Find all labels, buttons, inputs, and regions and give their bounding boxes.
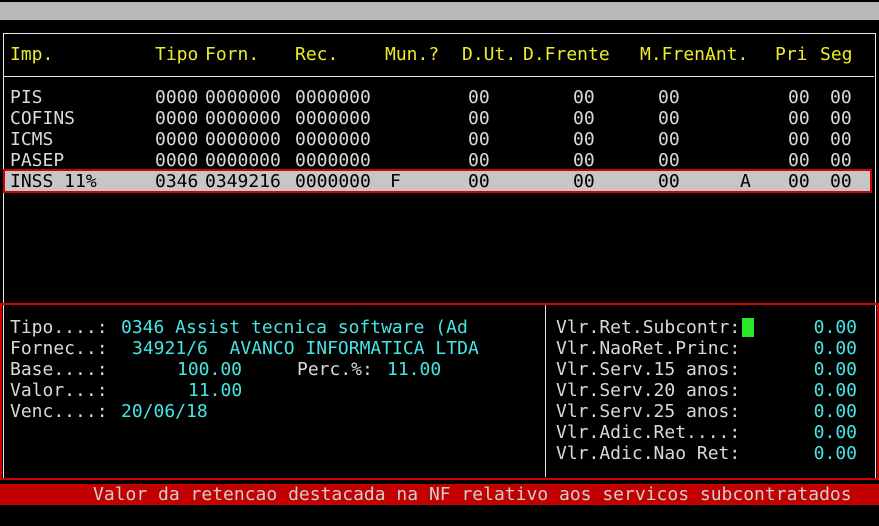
cell: 00 [468, 171, 490, 192]
value-field-row: Vlr.Adic.Nao Ret: 0.00 [0, 443, 879, 464]
cell: A [740, 171, 751, 192]
cell: 0346 [155, 171, 198, 192]
table-row[interactable]: COFINS0000000000000000000000000000 [0, 108, 879, 129]
cell: 0000 [155, 129, 198, 150]
value-field-row: Vlr.NaoRet.Princ: 0.00 [0, 338, 879, 359]
status-message: Valor da retencao destacada na NF relati… [93, 484, 852, 505]
cell: 00 [788, 108, 810, 129]
column-header-imp: Imp. [10, 44, 53, 65]
column-header-rec: Rec. [295, 44, 338, 65]
cell: 00 [468, 108, 490, 129]
header-separator [4, 76, 874, 77]
cell: 0000000 [205, 150, 281, 171]
field-value: 0.00 [814, 401, 857, 422]
value-field-row: Vlr.Serv.15 anos: 0.00 [0, 359, 879, 380]
status-bar: Valor da retencao destacada na NF relati… [0, 484, 879, 505]
cell: 00 [788, 150, 810, 171]
field-value: 0.00 [814, 359, 857, 380]
cell: 0000000 [295, 150, 371, 171]
value-field-row: Vlr.Serv.20 anos: 0.00 [0, 380, 879, 401]
cell: 0000000 [295, 108, 371, 129]
column-header-pri: Pri [775, 44, 808, 65]
column-header-forn: Forn. [205, 44, 259, 65]
table-row-selected[interactable]: INSS 11% 0346 0349216 0000000 F 00 00 00 A 00 00 [0, 171, 879, 192]
cell: 0000000 [295, 171, 371, 192]
cell: 00 [830, 171, 852, 192]
cell: 00 [658, 87, 680, 108]
cell: PIS [10, 87, 43, 108]
cell: 0000000 [295, 129, 371, 150]
field-label: Vlr.Serv.25 anos: [556, 401, 740, 422]
field-value[interactable]: 0.00 [814, 317, 857, 338]
cell: 0000000 [205, 129, 281, 150]
cell: 00 [658, 129, 680, 150]
cell: 0000000 [205, 108, 281, 129]
field-label: Vlr.Adic.Nao Ret: [556, 443, 740, 464]
column-header-tipo: Tipo [155, 44, 198, 65]
column-header-seg: Seg [820, 44, 853, 65]
cell: 00 [468, 129, 490, 150]
cell: ICMS [10, 129, 53, 150]
cell: F [390, 171, 401, 192]
cell: 00 [658, 150, 680, 171]
field-label: Vlr.Serv.20 anos: [556, 380, 740, 401]
cell: 0000 [155, 87, 198, 108]
table-row[interactable]: PIS0000000000000000000000000000 [0, 87, 879, 108]
field-label: Vlr.Serv.15 anos: [556, 359, 740, 380]
cell: 00 [468, 150, 490, 171]
cell: 00 [830, 129, 852, 150]
cell: 00 [830, 150, 852, 171]
input-cursor[interactable] [742, 318, 754, 337]
cell: 00 [468, 87, 490, 108]
cell: 00 [830, 108, 852, 129]
title-bar [0, 2, 879, 20]
cell: 00 [573, 171, 595, 192]
cell: 00 [573, 129, 595, 150]
value-field-row: Vlr.Adic.Ret....: 0.00 [0, 422, 879, 443]
cell: 00 [788, 129, 810, 150]
cell: 0000 [155, 150, 198, 171]
cell: 00 [658, 108, 680, 129]
cell: PASEP [10, 150, 64, 171]
terminal-screen: Imp.TipoForn.Rec.Mun.?D.Ut.D.FrenteM.Fre… [0, 0, 879, 526]
cell: 0000000 [295, 87, 371, 108]
cell: 00 [658, 171, 680, 192]
field-label: Vlr.Adic.Ret....: [556, 422, 740, 443]
field-value: 0.00 [814, 443, 857, 464]
cell: 0000000 [205, 87, 281, 108]
cell: 0349216 [205, 171, 281, 192]
field-label: Vlr.Ret.Subcontr: [556, 317, 740, 338]
value-field-row: Vlr.Serv.25 anos: 0.00 [0, 401, 879, 422]
field-value: 0.00 [814, 380, 857, 401]
column-header-mun: Mun.? [385, 44, 439, 65]
cell: 0000 [155, 108, 198, 129]
cell: 00 [573, 108, 595, 129]
cell: INSS 11% [10, 171, 97, 192]
cell: 00 [788, 87, 810, 108]
cell: 00 [573, 150, 595, 171]
cell: 00 [830, 87, 852, 108]
column-header-dfrente: D.Frente [523, 44, 610, 65]
table-row[interactable]: ICMS0000000000000000000000000000 [0, 129, 879, 150]
column-header-ant: Ant. [705, 44, 748, 65]
cell: 00 [573, 87, 595, 108]
table-row[interactable]: PASEP0000000000000000000000000000 [0, 150, 879, 171]
field-value: 0.00 [814, 338, 857, 359]
column-header-dut: D.Ut. [462, 44, 516, 65]
field-label: Vlr.NaoRet.Princ: [556, 338, 740, 359]
value-field-row: Vlr.Ret.Subcontr: 0.00 [0, 317, 879, 338]
field-value: 0.00 [814, 422, 857, 443]
cell: 00 [788, 171, 810, 192]
cell: COFINS [10, 108, 75, 129]
